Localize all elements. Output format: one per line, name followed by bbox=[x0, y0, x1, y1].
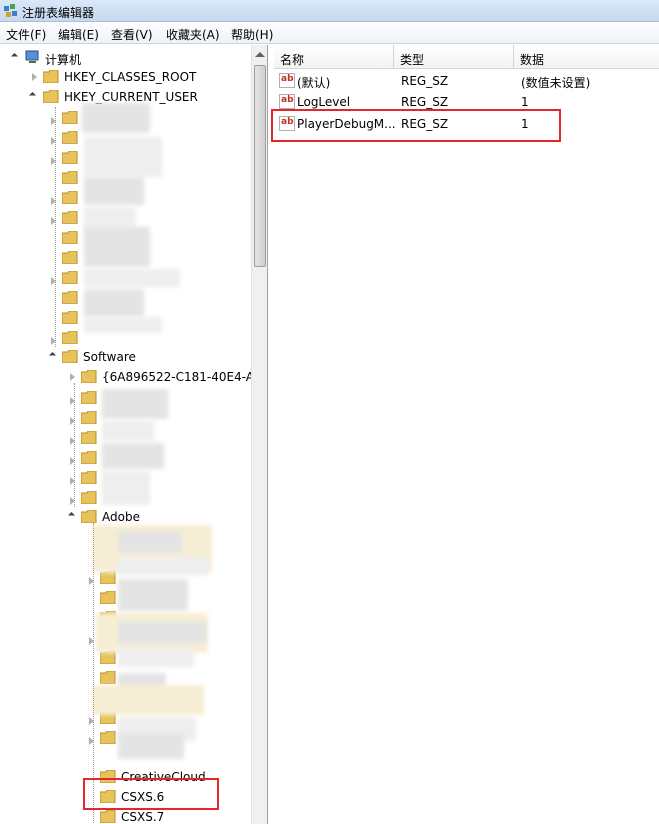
expand-icon[interactable] bbox=[70, 373, 75, 381]
value-type: REG_SZ bbox=[401, 74, 449, 88]
folder-icon bbox=[81, 411, 97, 424]
folder-icon bbox=[62, 171, 78, 184]
tree-guide-line bbox=[74, 383, 75, 507]
registry-tree[interactable]: 计算机 HKEY_CLASSES_ROOT HKEY_CURRENT_USER bbox=[0, 45, 268, 824]
folder-icon bbox=[81, 431, 97, 444]
folder-icon bbox=[81, 370, 97, 383]
tree-node-software[interactable]: Software bbox=[0, 347, 250, 367]
folder-icon bbox=[62, 271, 78, 284]
playerdebug-highlight-box bbox=[271, 109, 561, 142]
folder-icon bbox=[62, 131, 78, 144]
value-type: REG_SZ bbox=[401, 95, 449, 109]
tree-label-clsid: {6A896522-C181-40E4-A1 bbox=[102, 370, 262, 384]
folder-icon bbox=[81, 491, 97, 504]
folder-icon bbox=[100, 810, 116, 823]
folder-icon bbox=[62, 231, 78, 244]
tree-label-hkcr: HKEY_CLASSES_ROOT bbox=[64, 70, 197, 84]
menu-file[interactable]: 文件(F) bbox=[6, 26, 46, 43]
window-title: 注册表编辑器 bbox=[22, 6, 95, 20]
tree-label-csxs7: CSXS.7 bbox=[121, 810, 165, 824]
folder-icon bbox=[43, 90, 59, 103]
value-data: (数值未设置) bbox=[521, 76, 591, 90]
value-name: LogLevel bbox=[297, 95, 351, 109]
regedit-icon bbox=[4, 4, 17, 17]
tree-label-hkcu: HKEY_CURRENT_USER bbox=[64, 90, 198, 104]
folder-icon bbox=[100, 731, 116, 744]
expand-icon[interactable] bbox=[28, 91, 37, 100]
value-name: (默认) bbox=[297, 76, 331, 90]
string-value-icon: ab bbox=[279, 73, 295, 88]
scroll-thumb[interactable] bbox=[254, 65, 266, 267]
string-value-icon: ab bbox=[279, 94, 295, 109]
tree-label-adobe: Adobe bbox=[102, 510, 140, 524]
value-row[interactable]: ab (默认) REG_SZ (数值未设置) bbox=[274, 71, 659, 91]
folder-icon bbox=[62, 151, 78, 164]
tree-node-hkcr[interactable]: HKEY_CLASSES_ROOT bbox=[0, 67, 250, 87]
expand-icon[interactable] bbox=[10, 52, 19, 61]
column-header-type[interactable]: 类型 bbox=[394, 45, 514, 69]
folder-icon bbox=[62, 311, 78, 324]
tree-label-software: Software bbox=[83, 350, 136, 364]
folder-icon bbox=[62, 291, 78, 304]
folder-icon bbox=[100, 591, 116, 604]
menu-help[interactable]: 帮助(H) bbox=[231, 26, 273, 43]
folder-icon bbox=[62, 211, 78, 224]
expand-icon[interactable] bbox=[32, 73, 37, 81]
folder-icon bbox=[43, 70, 59, 83]
column-header-name[interactable]: 名称 bbox=[274, 45, 394, 69]
tree-node-adobe[interactable]: Adobe bbox=[0, 507, 250, 527]
tree-label-computer: 计算机 bbox=[45, 53, 82, 67]
folder-icon bbox=[81, 391, 97, 404]
tree-guide-line bbox=[55, 107, 56, 347]
folder-icon bbox=[62, 331, 78, 344]
menu-bar: 文件(F) 编辑(E) 查看(V) 收藏夹(A) 帮助(H) bbox=[0, 23, 659, 44]
folder-icon bbox=[62, 350, 78, 363]
menu-favorites[interactable]: 收藏夹(A) bbox=[166, 26, 220, 43]
menu-edit[interactable]: 编辑(E) bbox=[58, 26, 99, 43]
title-bar: 注册表编辑器 bbox=[0, 0, 659, 22]
csxs6-highlight-box bbox=[83, 778, 219, 810]
values-list[interactable]: 名称 类型 数据 ab (默认) REG_SZ (数值未设置) ab LogLe… bbox=[274, 45, 659, 824]
scroll-up-icon[interactable] bbox=[255, 52, 265, 57]
expand-icon[interactable] bbox=[67, 511, 76, 520]
tree-node-clsid[interactable]: {6A896522-C181-40E4-A1 bbox=[0, 367, 262, 387]
folder-icon bbox=[81, 510, 97, 523]
folder-icon bbox=[81, 471, 97, 484]
folder-icon bbox=[62, 251, 78, 264]
tree-scrollbar[interactable] bbox=[251, 45, 267, 824]
computer-icon bbox=[25, 50, 39, 63]
value-data: 1 bbox=[521, 95, 529, 109]
expand-icon[interactable] bbox=[48, 351, 57, 360]
folder-icon bbox=[62, 111, 78, 124]
menu-view[interactable]: 查看(V) bbox=[111, 26, 153, 43]
column-header-data[interactable]: 数据 bbox=[514, 45, 659, 69]
folder-icon bbox=[100, 671, 116, 684]
folder-icon bbox=[81, 451, 97, 464]
tree-node-computer[interactable]: 计算机 bbox=[0, 48, 250, 68]
folder-icon bbox=[62, 191, 78, 204]
